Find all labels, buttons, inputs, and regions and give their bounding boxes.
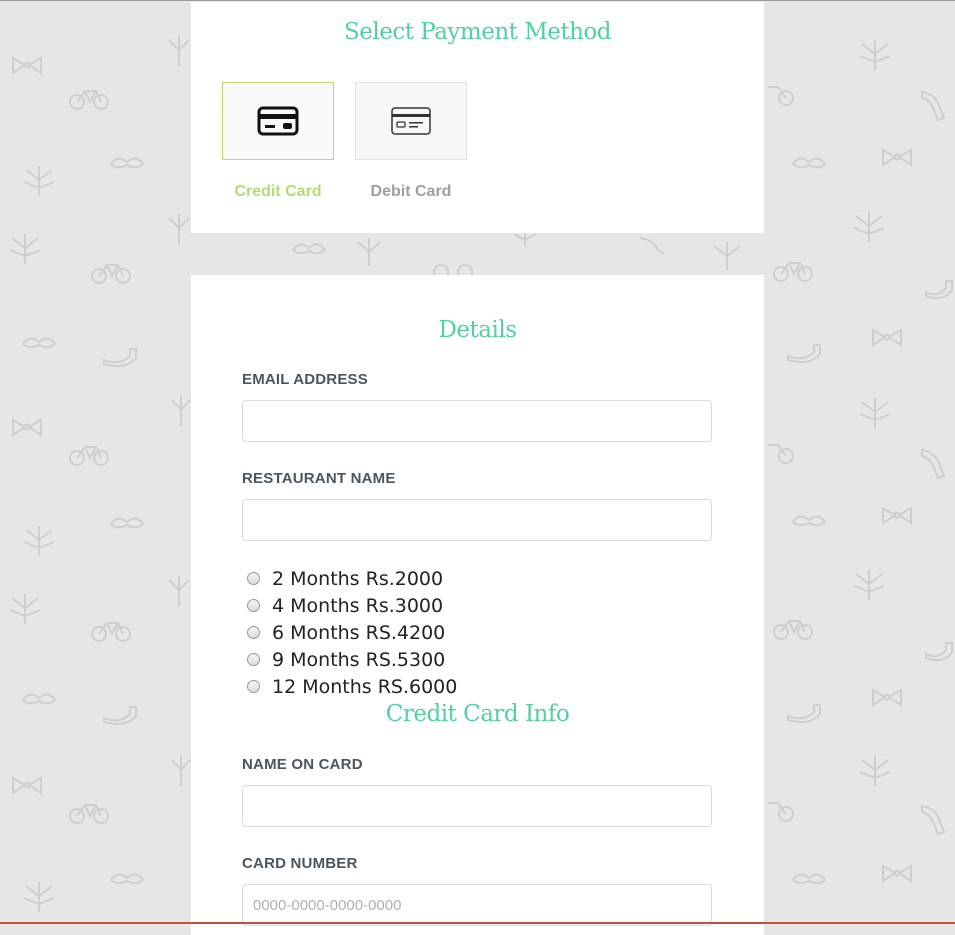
pipe-icon	[921, 804, 946, 836]
mustache-icon	[21, 693, 57, 705]
details-panel: Details EMAIL ADDRESS RESTAURANT NAME 2 …	[191, 275, 764, 935]
pipe-icon	[925, 642, 953, 661]
plan-radio[interactable]	[247, 599, 260, 612]
subscription-plan-group: 2 Months Rs.2000 4 Months Rs.3000 6 Mont…	[247, 565, 457, 700]
bow-tie-icon	[12, 776, 42, 795]
credit-card-icon	[257, 106, 299, 136]
plan-radio[interactable]	[247, 626, 260, 639]
pipe-icon	[925, 280, 953, 299]
bicycle-icon	[773, 620, 813, 640]
bow-tie-icon	[882, 506, 912, 525]
plan-option-4-months[interactable]: 4 Months Rs.3000	[247, 592, 457, 619]
bicycle-icon	[91, 622, 131, 642]
plan-label: 4 Months Rs.3000	[272, 594, 444, 617]
card-number-field[interactable]	[242, 884, 712, 926]
credit-card-info-title: Credit Card Info	[385, 701, 570, 727]
debit-card-icon	[391, 107, 431, 135]
card-number-label: CARD NUMBER	[242, 855, 358, 872]
leaf-icon	[9, 594, 41, 624]
bicycle-icon	[69, 446, 109, 466]
plan-label: 6 Months RS.4200	[272, 621, 446, 644]
email-field[interactable]	[242, 400, 712, 442]
plan-radio[interactable]	[247, 653, 260, 666]
bow-tie-icon	[12, 56, 42, 75]
pipe-icon	[103, 348, 137, 367]
leaf-icon	[859, 40, 891, 70]
plan-label: 2 Months Rs.2000	[272, 567, 444, 590]
leaf-icon	[168, 576, 190, 606]
leaf-icon	[23, 526, 55, 556]
mustache-icon	[791, 157, 827, 169]
details-title: Details	[438, 317, 517, 343]
bicycle-icon	[69, 804, 109, 824]
pipe-icon	[921, 90, 946, 122]
restaurant-name-label: RESTAURANT NAME	[242, 470, 396, 487]
credit-card-label[interactable]: Credit Card	[222, 183, 334, 201]
leaf-icon	[357, 238, 381, 266]
bicycle-icon	[768, 802, 794, 822]
email-label: EMAIL ADDRESS	[242, 371, 368, 388]
plan-label: 12 Months RS.6000	[272, 675, 458, 698]
debit-card-option[interactable]	[355, 82, 467, 160]
mustache-icon	[21, 337, 57, 349]
bow-tie-icon	[872, 328, 902, 347]
plan-radio[interactable]	[247, 680, 260, 693]
leaf-icon	[853, 212, 885, 242]
bicycle-icon	[433, 264, 473, 276]
leaf-icon	[859, 398, 891, 428]
bicycle-icon	[773, 262, 813, 282]
plan-option-6-months[interactable]: 6 Months RS.4200	[247, 619, 457, 646]
mustache-icon	[109, 157, 145, 169]
mustache-icon	[109, 517, 145, 529]
leaf-icon	[513, 233, 537, 246]
leaf-icon	[9, 234, 41, 264]
bicycle-icon	[768, 444, 794, 464]
pipe-icon	[639, 237, 665, 255]
mustache-icon	[109, 873, 145, 885]
bicycle-icon	[768, 86, 794, 106]
pipe-icon	[787, 344, 821, 363]
bow-tie-icon	[872, 688, 902, 707]
plan-radio[interactable]	[247, 572, 260, 585]
bicycle-icon	[91, 264, 131, 284]
payment-method-panel: Select Payment Method Credit Card Debit …	[191, 2, 764, 233]
plan-option-9-months[interactable]: 9 Months RS.5300	[247, 646, 457, 673]
leaf-icon	[171, 756, 191, 786]
plan-option-12-months[interactable]: 12 Months RS.6000	[247, 673, 457, 700]
name-on-card-field[interactable]	[242, 785, 712, 827]
mustache-icon	[291, 243, 327, 255]
bow-tie-icon	[882, 864, 912, 883]
plan-option-2-months[interactable]: 2 Months Rs.2000	[247, 565, 457, 592]
name-on-card-label: NAME ON CARD	[242, 756, 363, 773]
leaf-icon	[168, 214, 190, 244]
bicycle-icon	[69, 90, 109, 110]
leaf-icon	[859, 756, 891, 786]
leaf-icon	[23, 882, 55, 912]
pipe-icon	[103, 706, 137, 725]
payment-method-title: Select Payment Method	[344, 19, 612, 45]
leaf-icon	[171, 396, 191, 426]
plan-label: 9 Months RS.5300	[272, 648, 446, 671]
mustache-icon	[791, 873, 827, 885]
leaf-icon	[713, 242, 741, 270]
restaurant-name-field[interactable]	[242, 499, 712, 541]
leaf-icon	[853, 570, 885, 600]
bow-tie-icon	[12, 418, 42, 437]
bow-tie-icon	[882, 148, 912, 167]
mustache-icon	[791, 515, 827, 527]
pipe-icon	[921, 448, 946, 480]
pipe-icon	[787, 704, 821, 723]
leaf-icon	[168, 36, 190, 66]
leaf-icon	[23, 166, 55, 196]
debit-card-label[interactable]: Debit Card	[355, 183, 467, 201]
credit-card-option[interactable]	[222, 82, 334, 160]
